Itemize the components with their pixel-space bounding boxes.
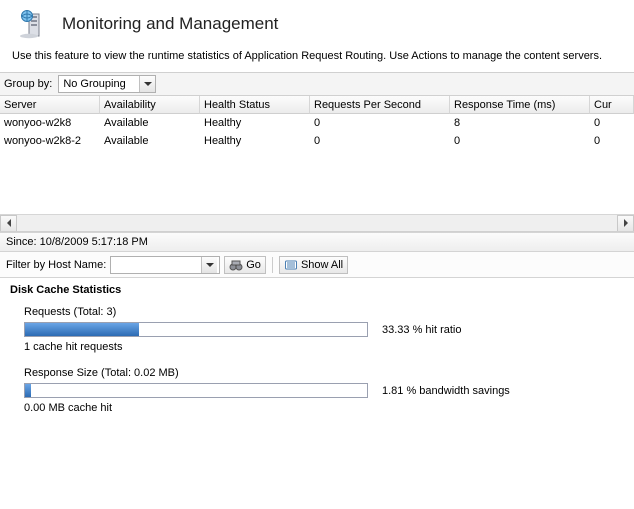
stats-title: Disk Cache Statistics <box>0 278 634 306</box>
page-description: Use this feature to view the runtime sta… <box>0 46 634 72</box>
cell-server: wonyoo-w2k8 <box>0 114 100 132</box>
group-by-label: Group by: <box>4 78 52 90</box>
page-header: Monitoring and Management <box>0 0 634 46</box>
chevron-down-icon[interactable] <box>201 257 217 273</box>
col-server[interactable]: Server <box>0 96 100 114</box>
go-button[interactable]: Go <box>224 256 266 274</box>
group-toolbar: Group by: No Grouping <box>0 72 634 96</box>
separator <box>272 257 273 273</box>
chevron-down-icon[interactable] <box>139 76 155 92</box>
go-label: Go <box>246 259 261 271</box>
show-all-icon <box>284 258 298 272</box>
cell-health: Healthy <box>200 132 310 150</box>
group-by-value: No Grouping <box>59 76 139 92</box>
cell-server: wonyoo-w2k8-2 <box>0 132 100 150</box>
requests-bar <box>24 322 368 337</box>
response-bar-fill <box>25 384 31 397</box>
response-note: 0.00 MB cache hit <box>24 402 610 414</box>
cell-availability: Available <box>100 114 200 132</box>
filter-toolbar: Filter by Host Name: Go Show All <box>0 252 634 278</box>
scroll-left-button[interactable] <box>0 215 17 232</box>
col-availability[interactable]: Availability <box>100 96 200 114</box>
cell-rt: 0 <box>450 132 590 150</box>
requests-label: Requests (Total: 3) <box>24 306 610 318</box>
response-ratio-text: 1.81 % bandwidth savings <box>382 385 510 397</box>
requests-note: 1 cache hit requests <box>24 341 610 353</box>
response-label: Response Size (Total: 0.02 MB) <box>24 367 610 379</box>
response-bar <box>24 383 368 398</box>
server-globe-icon <box>20 8 52 40</box>
col-rps[interactable]: Requests Per Second <box>310 96 450 114</box>
binoculars-icon <box>229 258 243 272</box>
servers-grid: Server Availability Health Status Reques… <box>0 96 634 232</box>
cell-rt: 8 <box>450 114 590 132</box>
show-all-button[interactable]: Show All <box>279 256 348 274</box>
table-row[interactable]: wonyoo-w2k8-2 Available Healthy 0 0 0 <box>0 132 634 150</box>
requests-ratio-text: 33.33 % hit ratio <box>382 324 462 336</box>
table-row[interactable]: wonyoo-w2k8 Available Healthy 0 8 0 <box>0 114 634 132</box>
cell-cur: 0 <box>590 114 634 132</box>
col-cur[interactable]: Cur <box>590 96 634 114</box>
col-response-time[interactable]: Response Time (ms) <box>450 96 590 114</box>
scroll-right-button[interactable] <box>617 215 634 232</box>
col-health[interactable]: Health Status <box>200 96 310 114</box>
since-text: Since: 10/8/2009 5:17:18 PM <box>6 236 148 248</box>
stat-response: Response Size (Total: 0.02 MB) 1.81 % ba… <box>0 367 634 428</box>
cell-health: Healthy <box>200 114 310 132</box>
filter-host-combo[interactable] <box>110 256 220 274</box>
filter-label: Filter by Host Name: <box>6 259 106 271</box>
filter-host-input[interactable] <box>111 257 201 273</box>
cell-cur: 0 <box>590 132 634 150</box>
cell-rps: 0 <box>310 114 450 132</box>
requests-bar-fill <box>25 323 139 336</box>
stat-requests: Requests (Total: 3) 33.33 % hit ratio 1 … <box>0 306 634 367</box>
group-by-combo[interactable]: No Grouping <box>58 75 156 93</box>
page-title: Monitoring and Management <box>62 14 278 34</box>
grid-header: Server Availability Health Status Reques… <box>0 96 634 114</box>
grid-body: wonyoo-w2k8 Available Healthy 0 8 0 wony… <box>0 114 634 214</box>
show-all-label: Show All <box>301 259 343 271</box>
since-bar: Since: 10/8/2009 5:17:18 PM <box>0 232 634 252</box>
horizontal-scrollbar[interactable] <box>0 214 634 231</box>
cell-rps: 0 <box>310 132 450 150</box>
cell-availability: Available <box>100 132 200 150</box>
